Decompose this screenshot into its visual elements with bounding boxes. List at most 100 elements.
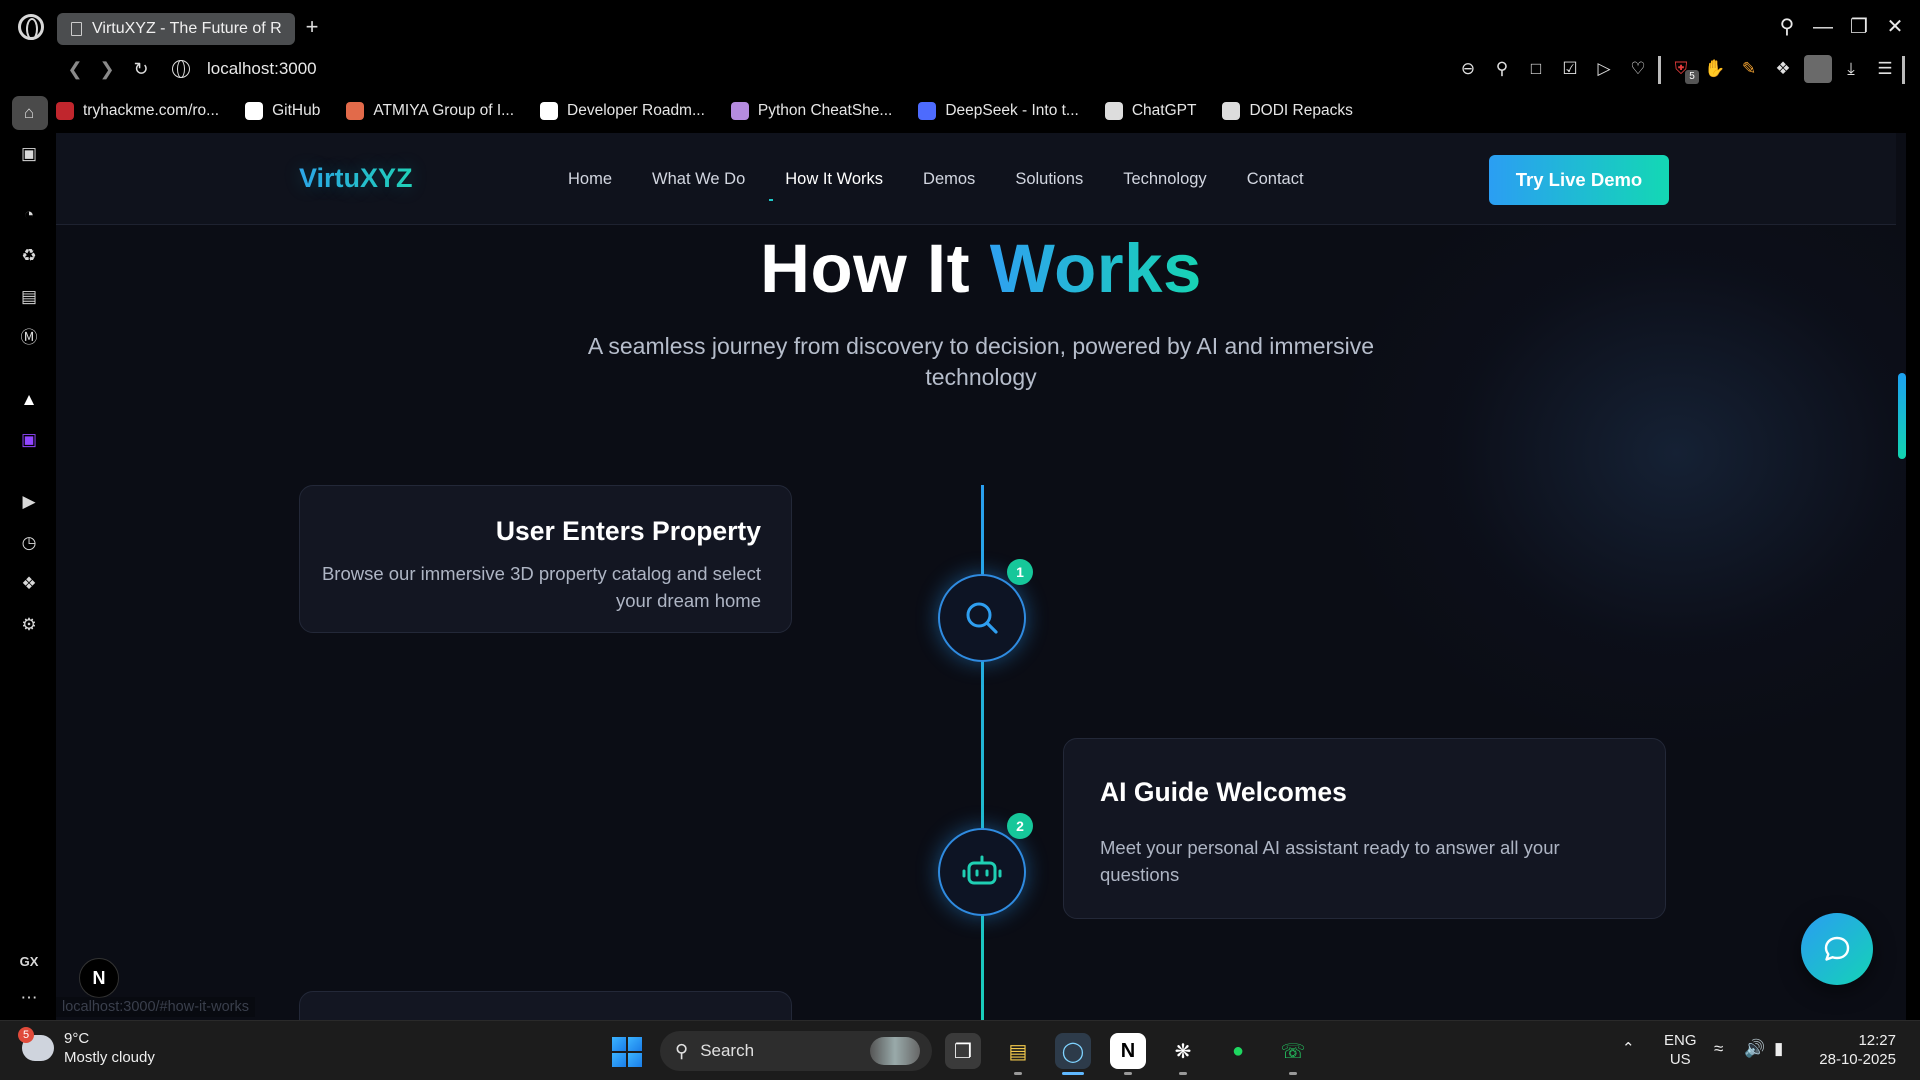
extension-badge: 5 xyxy=(1685,70,1699,84)
weather-condition: Mostly cloudy xyxy=(64,1049,155,1066)
windows-start-icon[interactable] xyxy=(612,1037,642,1067)
weather-widget[interactable]: 5 9°C Mostly cloudy xyxy=(18,1027,155,1067)
nav-link-solutions[interactable]: Solutions xyxy=(1015,170,1083,189)
gamepad-icon[interactable]: ▣ xyxy=(17,142,41,166)
battery-icon[interactable]: ▮ xyxy=(1774,1039,1783,1058)
site-logo[interactable]: VirtuXYZ xyxy=(299,163,413,194)
nav-link-technology[interactable]: Technology xyxy=(1123,170,1206,189)
speed-icon[interactable]: ◔ xyxy=(17,203,41,227)
bookmark-heart-icon[interactable]: ♡ xyxy=(1627,58,1649,80)
wifi-icon[interactable]: ≈ xyxy=(1714,1039,1723,1058)
extensions-icon[interactable]: ❖ xyxy=(1772,58,1794,80)
easy-setup-icon[interactable]: ☰ xyxy=(1874,58,1896,80)
chat-button[interactable] xyxy=(1801,913,1873,985)
clock[interactable]: 12:27 28-10-2025 xyxy=(1816,1031,1896,1069)
back-icon[interactable]: ❮ xyxy=(64,58,86,80)
site-navbar: VirtuXYZ Home What We Do How It Works Demos… xyxy=(56,133,1896,225)
app-running-indicator xyxy=(1289,1072,1297,1075)
bookmark-item[interactable]: DeepSeek - Into t... xyxy=(918,102,1079,120)
stop-hand-icon[interactable]: ✋ xyxy=(1704,58,1726,80)
taskbar-search[interactable]: ⚲ Search xyxy=(660,1031,932,1071)
section-title: How It Works xyxy=(56,229,1906,308)
nav-link-contact[interactable]: Contact xyxy=(1247,170,1304,189)
step-marker-1 xyxy=(938,574,1026,662)
app-running-indicator xyxy=(1014,1072,1022,1075)
more-icon[interactable]: ⋯ xyxy=(17,986,41,1010)
nav-link-home[interactable]: Home xyxy=(568,170,612,189)
spotify-icon[interactable]: ● xyxy=(1220,1033,1256,1069)
windows-taskbar: 5 9°C Mostly cloudy ⚲ Search ❐ ▤ ◯ N ❋ ●… xyxy=(0,1020,1920,1080)
cleaner-icon[interactable]: ♻ xyxy=(17,244,41,268)
close-button[interactable]: ✕ xyxy=(1880,12,1910,42)
opera-logo-icon[interactable] xyxy=(18,14,44,40)
keyboard-region: US xyxy=(1669,1051,1691,1068)
pen-icon[interactable]: ✎ xyxy=(1738,58,1760,80)
history-icon[interactable]: ◷ xyxy=(17,531,41,555)
nav-link-how-it-works[interactable]: How It Works xyxy=(769,170,883,201)
home-icon[interactable]: ⌂ xyxy=(17,101,41,125)
try-live-demo-button[interactable]: Try Live Demo xyxy=(1489,155,1669,205)
temperature: 9°C xyxy=(64,1030,90,1047)
memory-icon[interactable]: Ⓜ xyxy=(17,326,41,350)
send-icon[interactable]: ▷ xyxy=(1593,58,1615,80)
toolbar-divider xyxy=(1658,56,1661,84)
opera-gx-taskbar-icon[interactable]: ◯ xyxy=(1055,1033,1091,1069)
language-indicator[interactable]: ENG US xyxy=(1664,1031,1697,1069)
search-tabs-icon[interactable]: ⚲ xyxy=(1772,12,1802,42)
site-info-icon[interactable] xyxy=(172,60,190,78)
url-field[interactable]: localhost:3000 xyxy=(207,59,317,79)
browser-tab[interactable]: VirtuXYZ - The Future of R xyxy=(57,13,295,45)
bookmark-item[interactable]: DODI Repacks xyxy=(1222,102,1353,120)
gx-label[interactable]: GX xyxy=(17,950,41,974)
task-view-icon[interactable]: ❐ xyxy=(945,1033,981,1069)
toolbar-edge xyxy=(1902,56,1905,84)
whatsapp-icon[interactable]: ☏ xyxy=(1275,1033,1311,1069)
python-icon xyxy=(730,102,749,120)
forward-icon[interactable]: ❯ xyxy=(96,58,118,80)
pin-icon[interactable]: ⚲ xyxy=(1491,58,1513,80)
bookmark-item[interactable]: Python CheatShe... xyxy=(730,102,893,120)
twitch-icon[interactable]: ▣ xyxy=(17,428,41,452)
step-title: User Enters Property xyxy=(495,516,761,546)
scrollbar-thumb[interactable] xyxy=(1898,373,1906,459)
app-running-indicator xyxy=(1124,1072,1132,1075)
aria-icon[interactable]: ▲ xyxy=(17,388,41,412)
notion-icon[interactable]: N xyxy=(1110,1033,1146,1069)
nav-link-what-we-do[interactable]: What We Do xyxy=(652,170,745,189)
zoom-out-icon[interactable]: ⊖ xyxy=(1457,58,1479,80)
page-scrollbar[interactable] xyxy=(1896,133,1906,1021)
snapshot-sidebar-icon[interactable]: ▤ xyxy=(17,285,41,309)
reload-icon[interactable]: ↻ xyxy=(130,58,152,80)
minimize-button[interactable]: — xyxy=(1808,12,1838,42)
bookmark-item[interactable]: Developer Roadm... xyxy=(540,102,705,120)
restore-button[interactable]: ❐ xyxy=(1844,12,1874,42)
extensions-sidebar-icon[interactable]: ❖ xyxy=(17,572,41,596)
bookmark-item[interactable]: ATMIYA Group of I... xyxy=(346,102,514,120)
volume-icon[interactable]: 🔊 xyxy=(1744,1039,1765,1058)
bookmark-item[interactable]: tryhackme.com/ro... xyxy=(56,102,219,120)
link-status-bar: localhost:3000/#how-it-works xyxy=(56,997,255,1017)
snapshot-icon[interactable]: □ xyxy=(1525,58,1547,80)
bookmark-item[interactable]: GitHub xyxy=(245,102,320,120)
new-tab-button[interactable]: + xyxy=(300,16,324,40)
download-icon[interactable]: ⤓ xyxy=(1840,58,1862,80)
bookmark-item[interactable]: ChatGPT xyxy=(1104,102,1196,120)
pocket-icon[interactable]: ☑ xyxy=(1559,58,1581,80)
nav-link-demos[interactable]: Demos xyxy=(923,170,975,189)
chatgpt-taskbar-icon[interactable]: ❋ xyxy=(1165,1033,1201,1069)
app-running-indicator xyxy=(1179,1072,1187,1075)
step-card-3[interactable] xyxy=(299,991,792,1021)
step-card-2[interactable]: AI Guide Welcomes Meet your personal AI … xyxy=(1063,738,1666,919)
bookmark-label: Python CheatShe... xyxy=(757,102,893,119)
show-hidden-icons[interactable]: ⌃ xyxy=(1622,1039,1635,1058)
settings-icon[interactable]: ⚙ xyxy=(17,613,41,637)
player-icon[interactable]: ▶ xyxy=(17,490,41,514)
step-card-1[interactable]: User Enters Property Browse our immersiv… xyxy=(299,485,792,633)
bookmark-label: GitHub xyxy=(272,102,321,119)
tryhackme-icon xyxy=(56,102,74,120)
file-explorer-icon[interactable]: ▤ xyxy=(1000,1033,1036,1069)
screen: VirtuXYZ - The Future of R + ⚲ — ❐ ✕ ❮ ❯… xyxy=(0,0,1920,1080)
bookmark-label: tryhackme.com/ro... xyxy=(83,102,220,119)
nextjs-dev-indicator[interactable]: N xyxy=(79,958,119,998)
profile-avatar[interactable] xyxy=(1804,55,1832,83)
